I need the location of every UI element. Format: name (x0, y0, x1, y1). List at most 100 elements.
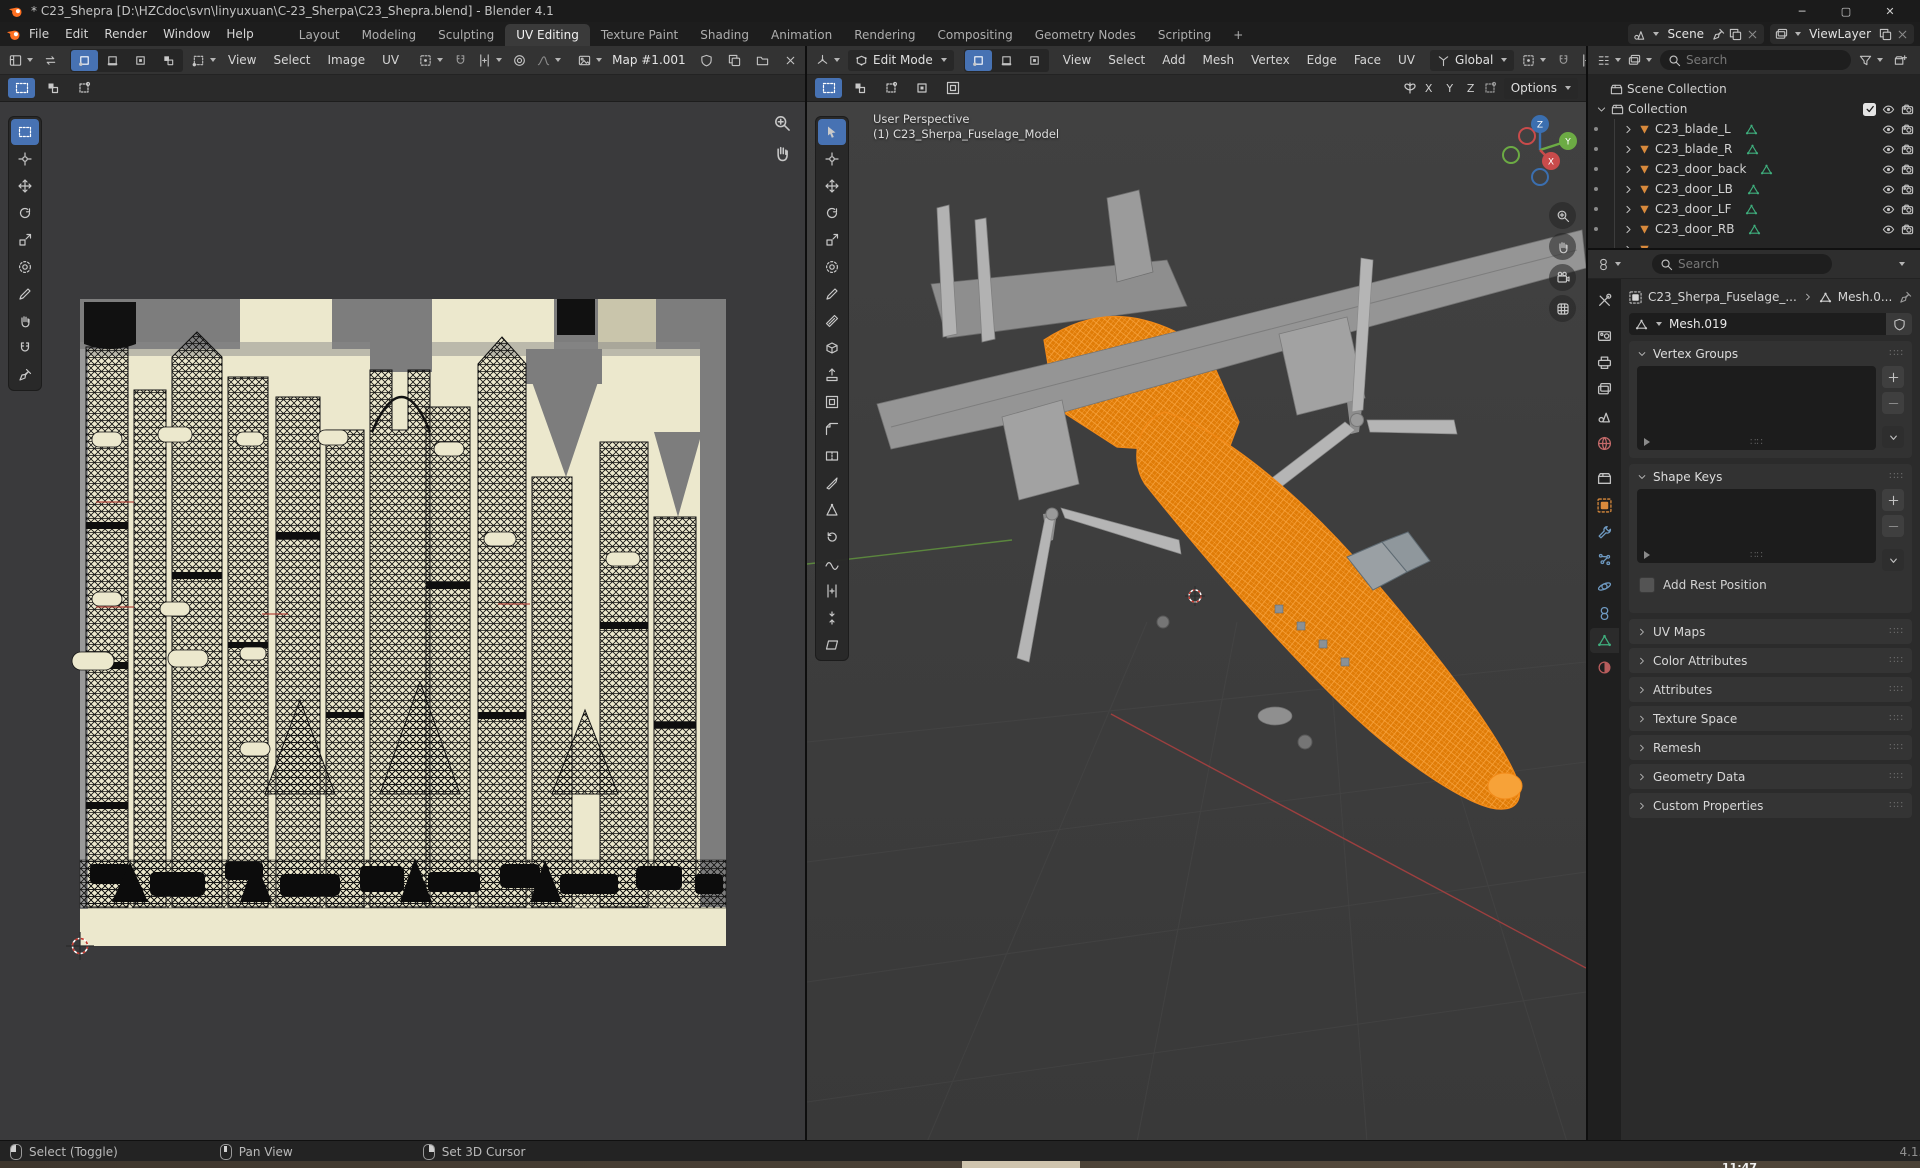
texture-space-panel-header[interactable]: Texture Space∷∷ (1629, 706, 1912, 731)
fake-user-button[interactable] (1886, 313, 1912, 335)
copy-icon[interactable] (1729, 28, 1742, 41)
attributes-panel-header[interactable]: Attributes∷∷ (1629, 677, 1912, 702)
uv-face-select-button[interactable] (127, 50, 154, 71)
select-mode-intersect[interactable] (939, 78, 966, 98)
render-camera-icon[interactable] (1901, 103, 1914, 116)
uv-vertex-select-button[interactable] (71, 50, 98, 71)
panel-drag-grip[interactable]: ∷∷ (1889, 655, 1904, 666)
view-layer-selector[interactable]: ViewLayer (1770, 24, 1914, 44)
uv-canvas[interactable] (0, 102, 805, 1140)
zoom-button[interactable] (1549, 202, 1576, 229)
tab-output[interactable] (1590, 350, 1619, 375)
mirror-icon[interactable] (1403, 81, 1417, 95)
hide-eye-icon[interactable] (1882, 123, 1895, 136)
tab-sculpting[interactable]: Sculpting (427, 24, 505, 46)
uv-annotate-tool[interactable] (11, 281, 39, 307)
image-unlink-button[interactable] (777, 50, 804, 71)
ortho-toggle-button[interactable] (1549, 295, 1576, 322)
vp-menu-edge[interactable]: Edge (1299, 51, 1345, 69)
vp-pivot-dropdown[interactable] (1519, 50, 1549, 71)
extrude-region-tool[interactable] (818, 362, 846, 388)
tab-object[interactable] (1590, 493, 1619, 518)
menu-render[interactable]: Render (96, 25, 155, 43)
scene-name[interactable]: Scene (1663, 27, 1708, 41)
list-resize-grip[interactable]: ∷∷ (1750, 437, 1763, 448)
uv-transform-tool[interactable] (11, 254, 39, 280)
add-rest-position-checkbox[interactable] (1639, 577, 1655, 593)
zoom-icon[interactable] (773, 114, 791, 132)
tab-animation[interactable]: Animation (760, 24, 843, 46)
vertex-group-remove-button[interactable] (1882, 392, 1904, 414)
tab-world[interactable] (1590, 431, 1619, 456)
uv-edge-select-button[interactable] (99, 50, 126, 71)
image-copy-button[interactable] (721, 50, 748, 71)
hide-eye-icon[interactable] (1882, 203, 1895, 216)
uv-pin-tool[interactable] (11, 362, 39, 388)
snap-base-icon[interactable] (1483, 81, 1497, 95)
measure-tool[interactable] (818, 308, 846, 334)
chevron-right-icon[interactable] (1623, 124, 1634, 135)
outliner-filter-button[interactable] (1856, 50, 1886, 71)
outliner-filter-dropdown[interactable] (1625, 50, 1655, 71)
vp-menu-vertex[interactable]: Vertex (1243, 51, 1298, 69)
vp-menu-face[interactable]: Face (1346, 51, 1389, 69)
panel-drag-grip[interactable]: ∷∷ (1889, 348, 1904, 359)
chevron-right-icon[interactable] (1623, 164, 1634, 175)
tab-collection[interactable] (1590, 466, 1619, 491)
chevron-right-icon[interactable] (1623, 184, 1634, 195)
add-workspace-button[interactable]: + (1222, 24, 1254, 46)
inset-faces-tool[interactable] (818, 389, 846, 415)
add-cube-tool[interactable] (818, 335, 846, 361)
shape-key-remove-button[interactable] (1882, 515, 1904, 537)
unlink-icon[interactable] (1746, 28, 1759, 41)
uv-sync-selection-toggle[interactable] (37, 50, 64, 71)
mesh-name-input[interactable] (1667, 316, 1880, 332)
smooth-tool[interactable] (818, 551, 846, 577)
properties-editor-type-button[interactable] (1594, 254, 1624, 275)
properties-search-input[interactable] (1652, 254, 1832, 274)
remesh-panel-header[interactable]: Remesh∷∷ (1629, 735, 1912, 760)
outliner-row-object[interactable]: C23_blade_R (1615, 139, 1920, 159)
uv-proportional-falloff-dropdown[interactable] (534, 50, 564, 71)
uv-select-mode-new[interactable] (8, 78, 35, 98)
shrink-fatten-tool[interactable] (818, 605, 846, 631)
outliner-row-object[interactable]: C23_blade_L (1615, 119, 1920, 139)
outliner-row-scene-collection[interactable]: Scene Collection (1588, 79, 1920, 99)
edge-mode-button[interactable] (993, 50, 1020, 71)
menu-help[interactable]: Help (218, 25, 261, 43)
menu-window[interactable]: Window (155, 25, 218, 43)
edge-slide-tool[interactable] (818, 578, 846, 604)
tab-constraints[interactable] (1590, 601, 1619, 626)
view-layer-name[interactable]: ViewLayer (1805, 27, 1875, 41)
shear-tool[interactable] (818, 632, 846, 658)
cursor-tool[interactable] (818, 146, 846, 172)
tab-view-layer[interactable] (1590, 377, 1619, 402)
move-tool[interactable] (818, 173, 846, 199)
chevron-right-icon[interactable] (1623, 204, 1634, 215)
uv-menu-uv[interactable]: UV (374, 51, 407, 69)
hide-eye-icon[interactable] (1882, 223, 1895, 236)
panel-drag-grip[interactable]: ∷∷ (1889, 771, 1904, 782)
scene-selector[interactable]: Scene (1628, 24, 1764, 44)
vp-snap-toggle[interactable] (1550, 50, 1577, 71)
uv-proportional-editing-toggle[interactable] (506, 50, 533, 71)
outliner-display-mode-dropdown[interactable] (1594, 50, 1624, 71)
tab-physics[interactable] (1590, 574, 1619, 599)
face-mode-button[interactable] (1021, 50, 1048, 71)
tab-rendering[interactable]: Rendering (843, 24, 926, 46)
vertex-group-add-button[interactable] (1882, 366, 1904, 388)
sticky-selection-dropdown[interactable] (189, 50, 219, 71)
tab-uv-editing[interactable]: UV Editing (505, 24, 590, 46)
uv-scale-tool[interactable] (11, 227, 39, 253)
render-camera-icon[interactable] (1901, 123, 1914, 136)
transform-tool[interactable] (818, 254, 846, 280)
navigation-gizmo[interactable]: Z Y X (1502, 112, 1578, 188)
menu-edit[interactable]: Edit (57, 25, 96, 43)
pan-button[interactable] (1549, 233, 1576, 260)
hide-eye-icon[interactable] (1882, 103, 1895, 116)
hide-eye-icon[interactable] (1882, 163, 1895, 176)
menu-file[interactable]: File (21, 25, 57, 43)
tab-scene[interactable] (1590, 404, 1619, 429)
shape-keys-panel-header[interactable]: Shape Keys ∷∷ (1629, 464, 1912, 489)
exclude-checkbox[interactable] (1863, 103, 1876, 116)
